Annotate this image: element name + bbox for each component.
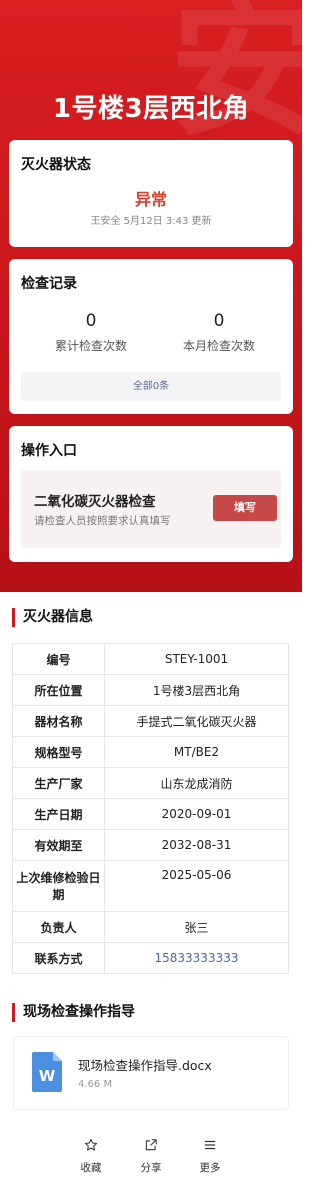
table-value: 张三: [104, 911, 289, 943]
table-value: 2025-05-06: [104, 860, 289, 912]
guide-file-card[interactable]: W 现场检查操作指导.docx 4.66 M: [13, 1036, 289, 1110]
table-row: 负责人 张三: [12, 911, 289, 943]
table-key: 器材名称: [12, 705, 105, 737]
operations-card-title: 操作入口: [21, 443, 77, 459]
page-title: 1号楼3层西北角: [52, 94, 250, 124]
records-card-title: 检查记录: [21, 276, 77, 292]
month-checks-stat: 0 本月检查次数: [159, 311, 279, 354]
star-icon: [61, 1138, 121, 1154]
month-checks-label: 本月检查次数: [182, 339, 255, 353]
file-name: 现场检查操作指导.docx: [78, 1058, 212, 1073]
table-value: 2032-08-31: [104, 829, 289, 861]
info-section-title: 灭火器信息: [12, 608, 93, 627]
guide-section-title: 现场检查操作指导: [12, 1003, 135, 1022]
favorite-label: 收藏: [80, 1162, 102, 1174]
table-key: 有效期至: [12, 829, 105, 861]
favorite-button[interactable]: 收藏: [61, 1138, 121, 1175]
status-card-title: 灭火器状态: [21, 157, 91, 173]
share-label: 分享: [140, 1162, 162, 1174]
table-row: 器材名称 手提式二氧化碳灭火器: [12, 705, 289, 737]
table-row: 规格型号 MT/BE2: [12, 736, 289, 768]
table-key: 生产日期: [12, 798, 105, 830]
table-value: 手提式二氧化碳灭火器: [104, 705, 289, 737]
more-label: 更多: [199, 1162, 221, 1174]
phone-link[interactable]: 15833333333: [104, 942, 289, 974]
table-value: 2020-09-01: [104, 798, 289, 830]
fill-button[interactable]: 填写: [213, 495, 277, 521]
table-row: 上次维修检验日期 2025-05-06: [12, 860, 289, 912]
total-checks-count: 0: [85, 311, 97, 331]
total-checks-stat: 0 累计检查次数: [31, 311, 151, 354]
table-row: 生产日期 2020-09-01: [12, 798, 289, 830]
table-key: 上次维修检验日期: [12, 860, 105, 912]
table-row: 有效期至 2032-08-31: [12, 829, 289, 861]
table-value: 山东龙成消防: [104, 767, 289, 799]
table-row: 生产厂家 山东龙成消防: [12, 767, 289, 799]
table-row: 编号 STEY-1001: [12, 643, 289, 675]
menu-icon: [180, 1138, 240, 1154]
status-update-meta: 王安全 5月12日 3:43 更新: [90, 216, 212, 227]
operations-card: 操作入口 二氧化碳灭火器检查 请检查人员按照要求认真填写 填写: [9, 426, 293, 562]
status-card: 灭火器状态 异常 王安全 5月12日 3:43 更新: [9, 140, 293, 247]
status-badge: 异常: [134, 190, 167, 209]
table-value: MT/BE2: [104, 736, 289, 768]
bottom-toolbar: 收藏 分享 更多: [0, 1128, 302, 1188]
file-size: 4.66 M: [78, 1079, 113, 1090]
table-key: 规格型号: [12, 736, 105, 768]
inspection-description: 请检查人员按照要求认真填写: [34, 515, 171, 527]
table-value: STEY-1001: [104, 643, 289, 675]
table-key: 负责人: [12, 911, 105, 943]
inspection-entry[interactable]: 二氧化碳灭火器检查 请检查人员按照要求认真填写 填写: [21, 470, 281, 548]
total-checks-label: 累计检查次数: [54, 339, 127, 353]
table-row: 所在位置 1号楼3层西北角: [12, 674, 289, 706]
info-table: 编号 STEY-1001 所在位置 1号楼3层西北角 器材名称 手提式二氧化碳灭火器 …: [12, 643, 289, 974]
header-banner: 安 1号楼3层西北角 灭火器状态 异常 王安全 5月12日 3:43 更新 检查…: [0, 0, 302, 592]
table-key: 编号: [12, 643, 105, 675]
share-button[interactable]: 分享: [121, 1138, 181, 1175]
table-key: 生产厂家: [12, 767, 105, 799]
inspection-name: 二氧化碳灭火器检查: [34, 494, 156, 510]
table-key: 联系方式: [12, 942, 105, 974]
table-key: 所在位置: [12, 674, 105, 706]
more-button[interactable]: 更多: [180, 1138, 240, 1175]
share-icon: [121, 1138, 181, 1154]
table-row: 联系方式 15833333333: [12, 942, 289, 974]
word-document-icon: W: [32, 1052, 62, 1092]
all-records-link[interactable]: 全部0条: [21, 372, 281, 401]
records-card: 检查记录 0 累计检查次数 0 本月检查次数 全部0条: [9, 259, 293, 414]
table-value: 1号楼3层西北角: [104, 674, 289, 706]
month-checks-count: 0: [213, 311, 225, 331]
word-icon-letter: W: [39, 1067, 56, 1085]
